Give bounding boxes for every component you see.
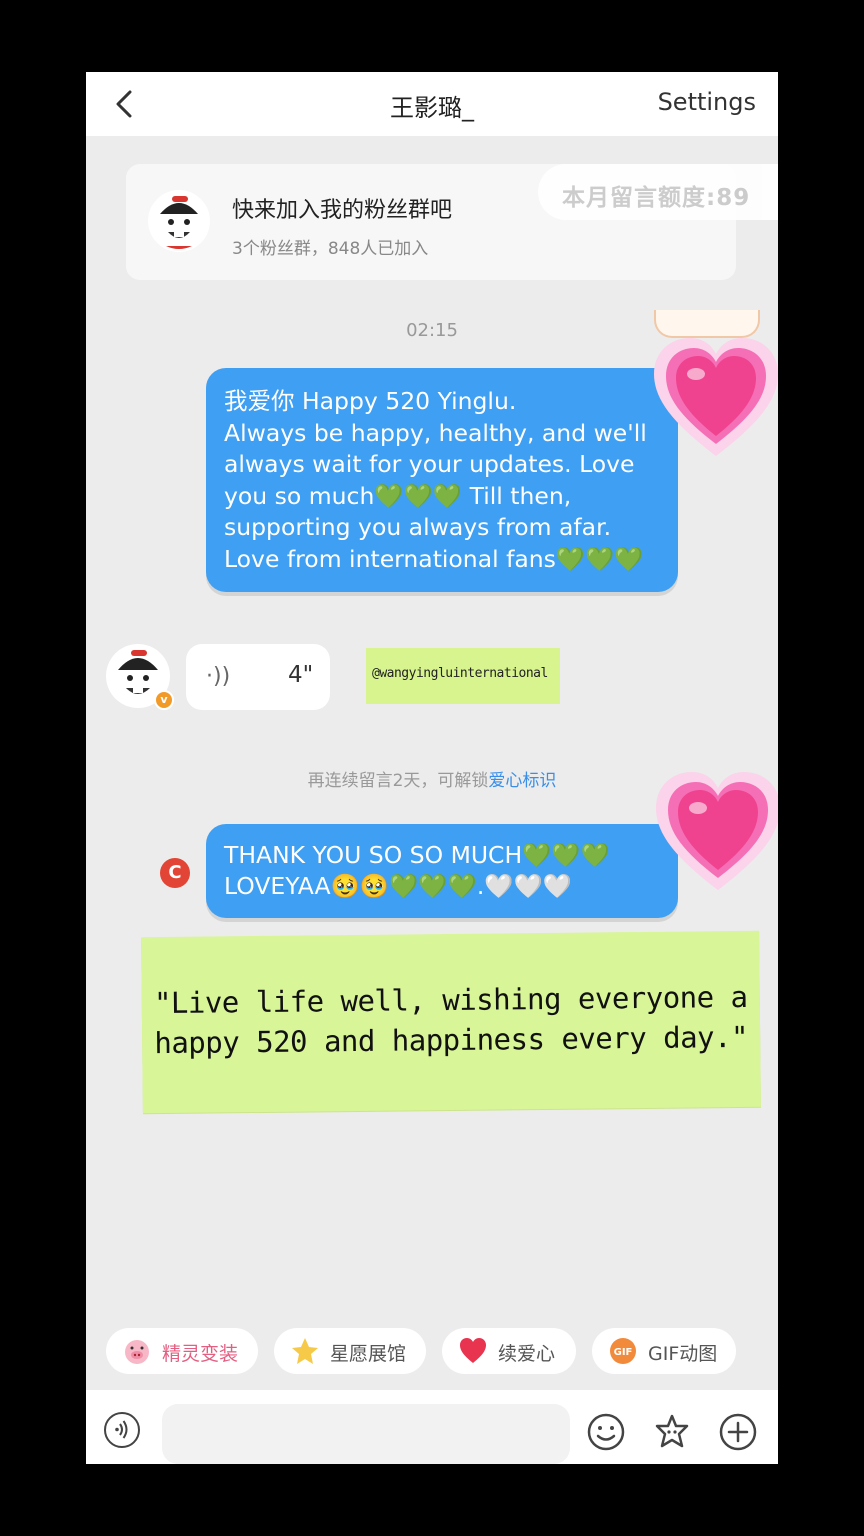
- voice-duration: 4": [288, 662, 314, 688]
- message-text: THANK YOU SO SO MUCH💚💚💚 LOVEYAA🥹🥹💚💚💚.🤍🤍🤍: [224, 840, 664, 902]
- message-line: THANK YOU SO SO MUCH💚💚💚: [224, 841, 610, 869]
- top-bar: 王影璐_ Settings: [86, 72, 778, 136]
- gif-icon: GIF: [610, 1338, 636, 1364]
- chip-label: 星愿展馆: [330, 1343, 407, 1365]
- unlock-hint-text: 再连续留言2天，可解锁: [307, 771, 489, 791]
- message-text: 我爱你 Happy 520 Yinglu. Always be happy, h…: [224, 386, 664, 575]
- handle-text: @wangyingluinternational: [372, 666, 548, 681]
- message-line: Always be happy, healthy, and we'll: [224, 418, 647, 447]
- verified-badge-icon: v: [154, 690, 174, 710]
- voice-message[interactable]: ·)) 4": [186, 644, 330, 710]
- message-quota-badge: 本月留言额度:89: [538, 164, 778, 220]
- smiley-icon[interactable]: [586, 1412, 626, 1452]
- voice-input-icon[interactable]: [104, 1412, 140, 1448]
- heart-icon: [654, 338, 778, 456]
- quote-text: "Live life well, wishing everyone a happ…: [142, 977, 761, 1063]
- quote-note: "Live life well, wishing everyone a happ…: [141, 930, 761, 1114]
- quote-line: happy 520 and happiness every day.": [154, 1019, 749, 1061]
- pig-face-icon: [125, 1340, 149, 1364]
- resend-icon[interactable]: C: [160, 858, 190, 888]
- fan-group-subtitle: 3个粉丝群，848人已加入: [232, 239, 429, 259]
- heart-icon: [656, 772, 778, 890]
- chip-star-gallery[interactable]: 星愿展馆: [274, 1328, 426, 1374]
- plus-circle-icon[interactable]: [718, 1412, 758, 1452]
- message-line: always wait for your updates. Love: [224, 450, 635, 478]
- chip-gif[interactable]: GIF GIF动图: [592, 1328, 736, 1374]
- message-line: supporting you always from afar.: [224, 513, 612, 541]
- sent-message-bubble[interactable]: 我爱你 Happy 520 Yinglu. Always be happy, h…: [206, 368, 678, 592]
- heart-icon: [460, 1338, 486, 1363]
- quota-label: 本月留言额度:89: [562, 185, 751, 211]
- svg-text:GIF: GIF: [614, 1347, 633, 1358]
- quote-line: "Live life well, wishing everyone a: [153, 979, 748, 1021]
- flower-icon[interactable]: [652, 1412, 692, 1452]
- message-line: 我爱你 Happy 520 Yinglu.: [224, 387, 517, 415]
- chip-costume[interactable]: 精灵变装: [106, 1328, 258, 1374]
- input-bar: [86, 1390, 778, 1464]
- message-line: LOVEYAA🥹🥹💚💚💚.🤍🤍🤍: [224, 872, 573, 900]
- chip-label: GIF动图: [648, 1343, 718, 1365]
- star-icon: [292, 1338, 318, 1364]
- quick-actions: 精灵变装 星愿展馆 续爱心 GIF GIF动图: [86, 1328, 778, 1378]
- sound-wave-icon: ·)): [206, 664, 231, 689]
- sent-message-bubble[interactable]: THANK YOU SO SO MUCH💚💚💚 LOVEYAA🥹🥹💚💚💚.🤍🤍🤍: [206, 824, 678, 918]
- chip-label: 续爱心: [498, 1343, 556, 1365]
- handle-tag: @wangyingluinternational: [366, 648, 560, 704]
- fan-group-title: 快来加入我的粉丝群吧: [232, 198, 453, 223]
- chip-label: 精灵变装: [162, 1343, 239, 1365]
- message-input[interactable]: [162, 1404, 570, 1464]
- message-line: you so much💚💚💚 Till then,: [224, 481, 572, 510]
- settings-button[interactable]: Settings: [658, 88, 756, 116]
- chat-screen: 王影璐_ Settings 快来加入我的粉丝群吧 3个粉丝群，848人已加入 本…: [86, 72, 778, 1464]
- love-badge-link[interactable]: 爱心标识: [488, 771, 556, 791]
- chip-renew-heart[interactable]: 续爱心: [442, 1328, 576, 1374]
- avatar: [148, 190, 210, 252]
- message-line: Love from international fans💚💚💚: [224, 544, 644, 573]
